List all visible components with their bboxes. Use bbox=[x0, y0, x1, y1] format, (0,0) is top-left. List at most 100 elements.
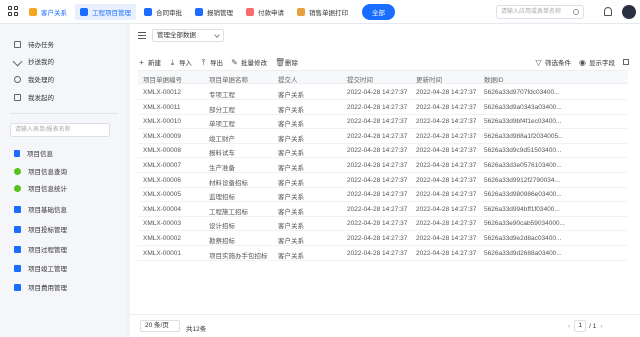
table-cell: 2022-04-28 14:27:37 bbox=[347, 235, 408, 242]
filter-icon: ▽ bbox=[535, 57, 542, 67]
table-cell: XMLX-00009 bbox=[143, 132, 181, 140]
column-header[interactable]: 提交时间 bbox=[347, 74, 373, 84]
column-header[interactable]: 更新时间 bbox=[416, 74, 442, 84]
batch-edit-button[interactable]: ✎ 批量修改 bbox=[231, 57, 267, 67]
tab-label: 报销管理 bbox=[207, 10, 233, 17]
todo-icon bbox=[14, 40, 21, 48]
sidebar: 待办任务 抄送我的 我处理的 我发起的 请输入表单/报表名称 项目信息 项目信息… bbox=[0, 24, 126, 337]
sidebar-item-process[interactable]: 项目过程管理 bbox=[14, 244, 67, 254]
search-placeholder: 请输入应用或表单名称 bbox=[501, 9, 562, 15]
import-icon: ⤓ bbox=[170, 57, 175, 67]
table-row[interactable]: XMLX-00009 竣工财产 客户关系 2022-04-28 14:27:37 202… bbox=[138, 129, 628, 144]
tab-reimbursement[interactable]: 报销管理 bbox=[190, 4, 238, 20]
tab-crm[interactable]: 客户关系 bbox=[24, 4, 72, 20]
sidebar-item-expenses[interactable]: 项目费用管理 bbox=[14, 282, 67, 292]
app-search-input[interactable]: 请输入应用或表单名称 bbox=[496, 5, 584, 19]
export-label: 导出 bbox=[210, 60, 223, 67]
avatar[interactable] bbox=[622, 5, 636, 19]
bell-icon[interactable] bbox=[604, 7, 612, 16]
fullscreen-button[interactable] bbox=[623, 59, 632, 65]
folder-icon bbox=[14, 225, 21, 233]
table-cell: 5626a33d994bff1f03400... bbox=[484, 205, 560, 213]
filter-button[interactable]: ▽ 筛选条件 bbox=[535, 57, 571, 67]
page-size-value: 20 条/页 bbox=[145, 322, 169, 329]
sidebar-item-completion[interactable]: 项目竣工管理 bbox=[14, 263, 67, 273]
sidebar-item-bidding[interactable]: 项目投标管理 bbox=[14, 224, 67, 234]
table-row[interactable]: XMLX-00008 报料试车 客户关系 2022-04-28 14:27:37 202… bbox=[138, 143, 628, 159]
table-row[interactable]: XMLX-00010 单项工程 客户关系 2022-04-28 14:27:37 202… bbox=[138, 114, 628, 130]
column-header[interactable]: 数据ID bbox=[484, 74, 504, 84]
table-cell: 竣工财产 bbox=[209, 135, 235, 143]
next-page-icon[interactable]: › bbox=[600, 323, 602, 330]
tab-sales-print[interactable]: 销售单据打印 bbox=[292, 4, 353, 20]
sidebar-item-project-query[interactable]: 项目信息查询 bbox=[14, 166, 67, 176]
table-cell: 5626a33d9a0343a03400... bbox=[484, 103, 562, 111]
main-panel: 管理全部数据 + 新建 ⤓ 导入 ⤒ 导出 ✎ 批量修改 🗑 删除 ▽ 筛选条件 bbox=[130, 24, 640, 337]
all-apps-button[interactable]: 全部 bbox=[362, 4, 395, 20]
import-button[interactable]: ⤓ 导入 bbox=[169, 57, 192, 67]
sidebar-item-todo[interactable]: 待办任务 bbox=[14, 39, 54, 49]
filter-label: 筛选条件 bbox=[545, 60, 571, 67]
sidebar-item-project-info[interactable]: 项目信息 bbox=[14, 148, 53, 158]
form-search-input[interactable]: 请输入表单/报表名称 bbox=[10, 123, 110, 137]
sidebar-item-processed[interactable]: 我处理的 bbox=[14, 74, 54, 84]
sidebar-item-cc[interactable]: 抄送我的 bbox=[12, 56, 54, 66]
sidebar-item-project-stats[interactable]: 项目信息统计 bbox=[14, 183, 67, 193]
app-grid-icon[interactable] bbox=[8, 6, 20, 18]
view-select-value: 管理全部数据 bbox=[157, 32, 196, 39]
table-cell: 勘察招标 bbox=[209, 238, 235, 245]
table-cell: 5626a33e90cab59034000... bbox=[484, 220, 565, 228]
export-icon: ⤒ bbox=[201, 57, 206, 67]
column-header[interactable]: 提交人 bbox=[278, 74, 298, 84]
table-cell: 单项工程 bbox=[209, 121, 235, 129]
prev-page-icon[interactable]: ‹ bbox=[568, 323, 570, 330]
view-select[interactable]: 管理全部数据 bbox=[152, 29, 224, 42]
new-button[interactable]: + 新建 bbox=[138, 57, 161, 67]
table-cell: 工程施工招标 bbox=[209, 208, 248, 216]
show-fields-button[interactable]: ◉ 显示字段 bbox=[579, 57, 615, 67]
page-size-select[interactable]: 20 条/页 bbox=[140, 320, 180, 332]
tab-contract-approval[interactable]: 合同审批 bbox=[139, 4, 187, 20]
table-cell: 2022-04-28 14:27:37 bbox=[416, 132, 477, 140]
sidebar-item-label: 项目信息统计 bbox=[28, 186, 67, 193]
table-row[interactable]: XMLX-00006 材料设备招标 客户关系 2022-04-28 14:27:37 2… bbox=[138, 173, 628, 188]
column-header[interactable]: 项目单据名称 bbox=[209, 74, 248, 84]
table-cell: 2022-04-28 14:27:37 bbox=[416, 176, 477, 184]
current-page-input[interactable]: 1 bbox=[574, 320, 587, 332]
sidebar-item-initiated[interactable]: 我发起的 bbox=[14, 92, 54, 102]
table-cell: XMLX-00004 bbox=[143, 205, 181, 213]
table-cell: 客户关系 bbox=[278, 165, 304, 172]
chevron-down-icon bbox=[214, 32, 220, 38]
table-cell: 5626a33d9d2688a03400... bbox=[484, 249, 562, 257]
table-row[interactable]: XMLX-00005 监理招标 客户关系 2022-04-28 14:27:37 202… bbox=[138, 187, 628, 203]
table-row[interactable]: XMLX-00011 部分工程 客户关系 2022-04-28 14:27:37 202… bbox=[138, 100, 628, 115]
menu-toggle-icon[interactable] bbox=[138, 32, 146, 39]
sidebar-item-label: 项目信息查询 bbox=[28, 169, 67, 176]
pager: ‹ 1 / 1 › bbox=[564, 320, 607, 332]
sidebar-item-basic-info[interactable]: 项目基础信息 bbox=[14, 204, 67, 214]
search-placeholder: 请输入表单/报表名称 bbox=[15, 127, 71, 133]
folder-icon bbox=[14, 205, 21, 213]
table-row[interactable]: XMLX-00004 工程施工招标 客户关系 2022-04-28 14:27:37 2… bbox=[138, 202, 628, 217]
table-row[interactable]: XMLX-00012 专项工程 客户关系 2022-04-28 14:27:37 202… bbox=[138, 85, 628, 100]
delete-button[interactable]: 🗑 删除 bbox=[275, 57, 298, 67]
star-icon bbox=[29, 8, 37, 16]
tab-project-management[interactable]: 工程项目管理 bbox=[75, 4, 136, 20]
search-icon[interactable] bbox=[573, 9, 579, 15]
table-row[interactable]: XMLX-00001 项目实施办手包招标 客户关系 2022-04-28 14:27:… bbox=[138, 246, 628, 261]
top-bar: 客户关系 工程项目管理 合同审批 报销管理 付款申请 销售单据打印 全部 请输入… bbox=[0, 0, 640, 24]
export-button[interactable]: ⤒ 导出 bbox=[200, 57, 223, 67]
fullscreen-icon bbox=[623, 59, 629, 65]
edit-icon: ✎ bbox=[231, 57, 238, 67]
table-cell: 2022-04-28 14:27:37 bbox=[347, 220, 408, 228]
table-cell: XMLX-00006 bbox=[143, 176, 181, 184]
table-row[interactable]: XMLX-00002 勘察招标 客户关系 2022-04-28 14:27:37 202… bbox=[138, 231, 628, 246]
reimburse-icon bbox=[195, 8, 203, 16]
table-cell: 2022-04-28 14:27:37 bbox=[416, 147, 477, 155]
column-header[interactable]: 项目单据编号 bbox=[143, 74, 182, 84]
table-cell: XMLX-00011 bbox=[143, 103, 181, 111]
table-row[interactable]: XMLX-00007 生产准备 客户关系 2022-04-28 14:27:37 202… bbox=[138, 158, 628, 173]
table-cell: 5626a33d9707fdc03400... bbox=[484, 89, 560, 96]
table-row[interactable]: XMLX-00003 设计招标 客户关系 2022-04-28 14:27:37 202… bbox=[138, 216, 628, 232]
tab-payment-request[interactable]: 付款申请 bbox=[241, 4, 289, 20]
